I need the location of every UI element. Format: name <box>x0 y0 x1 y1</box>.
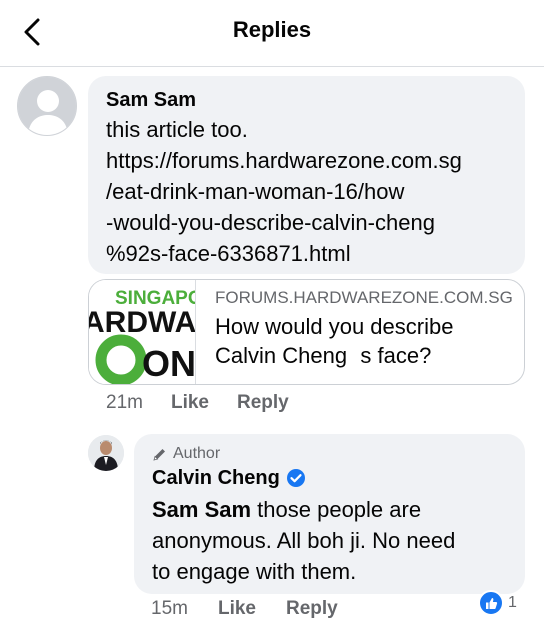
comment-link-line[interactable]: %92s-face-6336871.html <box>106 238 507 269</box>
reply-line: to engage with them. <box>152 559 357 584</box>
pencil-icon <box>153 448 165 461</box>
reply-button[interactable]: Reply <box>237 392 289 414</box>
default-avatar-icon <box>18 77 76 135</box>
comment-link-line[interactable]: -would-you-describe-calvin-cheng <box>106 207 507 238</box>
mention-link[interactable]: Sam Sam <box>152 497 251 522</box>
reply-actions: 15m Like Reply <box>151 598 338 620</box>
thumbs-up-icon <box>478 590 504 616</box>
author-badge: Author <box>152 444 507 464</box>
link-title: How would you describe Calvin Chengs fa… <box>215 312 515 370</box>
author-badge-label: Author <box>173 445 221 462</box>
logo-line-2: ARDWAR <box>89 306 195 339</box>
comment-time[interactable]: 21m <box>106 392 143 414</box>
comment-bubble[interactable]: Sam Sam this article too. https://forums… <box>88 76 525 274</box>
comment-text: this article too. https://forums.hardwar… <box>106 114 507 269</box>
link-title-line: How would you describe <box>215 314 454 339</box>
link-thumbnail: SINGAPO ARDWAR ONE <box>89 280 195 384</box>
reply-line: anonymous. All boh ji. No need <box>152 528 456 553</box>
avatar[interactable] <box>17 76 77 136</box>
link-title-line: Calvin Chengs face? <box>215 343 432 368</box>
comment-author[interactable]: Sam Sam <box>106 88 507 112</box>
reply-author-row: Calvin Cheng <box>152 466 507 490</box>
reply-text: Sam Sam those people are anonymous. All … <box>152 494 507 587</box>
profile-photo <box>88 435 124 471</box>
avatar[interactable] <box>88 435 124 471</box>
comment-line: this article too. <box>106 117 248 142</box>
reply-time[interactable]: 15m <box>151 598 188 620</box>
page-title: Replies <box>232 17 312 42</box>
like-button[interactable]: Like <box>218 598 256 620</box>
link-domain: FORUMS.HARDWAREZONE.COM.SG <box>215 288 513 307</box>
link-preview-card[interactable]: SINGAPO ARDWAR ONE FORUMS.HARDWAREZONE.C… <box>88 279 525 385</box>
comment-link-line[interactable]: https://forums.hardwarezone.com.sg <box>106 145 507 176</box>
divider <box>195 280 196 384</box>
logo-line-3: ONE <box>142 343 195 384</box>
comment-link-line[interactable]: /eat-drink-man-woman-16/how <box>106 176 507 207</box>
reaction-summary[interactable]: 1 <box>478 590 517 616</box>
reply-bubble[interactable]: Author Calvin Cheng Sam Sam those people… <box>134 434 525 594</box>
reply-line: Sam Sam those people are <box>152 494 507 525</box>
hardwarezone-logo: SINGAPO ARDWAR ONE <box>89 280 195 384</box>
reply-line-text: those people are <box>251 497 422 522</box>
like-button[interactable]: Like <box>171 392 209 414</box>
reply-button[interactable]: Reply <box>286 598 338 620</box>
reply-author[interactable]: Calvin Cheng <box>152 466 280 490</box>
verified-badge-icon <box>286 469 305 487</box>
reaction-count: 1 <box>508 594 517 611</box>
header-bar: Replies <box>0 0 544 67</box>
comment-actions: 21m Like Reply <box>106 392 289 414</box>
